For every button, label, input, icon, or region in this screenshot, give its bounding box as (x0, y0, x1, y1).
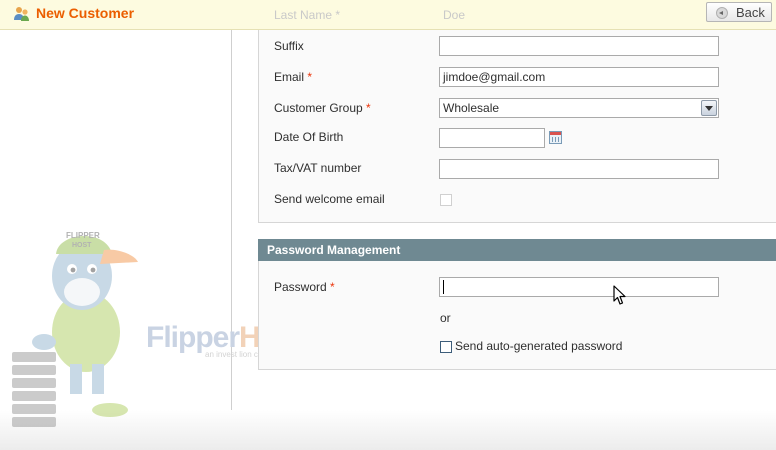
customer-icon (14, 7, 29, 21)
dob-label: Date Of Birth (274, 130, 344, 144)
welcome-email-checkbox[interactable] (440, 194, 452, 206)
taxvat-label: Tax/VAT number (274, 161, 362, 175)
back-button-label: Back (736, 5, 765, 20)
or-text: or (440, 311, 451, 325)
password-input[interactable] (439, 277, 719, 297)
customer-group-label: Customer Group * (274, 101, 371, 115)
back-arrow-icon (716, 7, 728, 19)
cap-text-2: HOST (72, 242, 92, 249)
calendar-icon[interactable] (549, 131, 562, 144)
dob-input[interactable] (439, 128, 545, 148)
back-button[interactable]: Back (706, 2, 772, 22)
email-label: Email * (274, 70, 313, 84)
password-label: Password * (274, 280, 335, 294)
suffix-label: Suffix (274, 39, 304, 53)
welcome-email-label: Send welcome email (274, 192, 385, 206)
email-input[interactable]: jimdoe@gmail.com (439, 67, 719, 87)
customer-group-select[interactable]: Wholesale (439, 98, 719, 118)
password-section-title: Password Management (258, 239, 776, 261)
last-name-field[interactable]: Doe (443, 8, 465, 22)
text-caret (443, 280, 444, 294)
page-title: New Customer (36, 5, 135, 21)
suffix-input[interactable] (439, 36, 719, 56)
cap-text: FLIPPER (66, 231, 100, 240)
mouse-pointer-icon (613, 285, 626, 305)
autogen-password-checkbox[interactable] (440, 341, 452, 353)
page-header: New Customer Last Name * Doe Back (0, 0, 776, 30)
last-name-label: Last Name * (274, 8, 341, 22)
taxvat-input[interactable] (439, 159, 719, 179)
flipperhost-mascot-logo: FLIPPER HOST (12, 231, 138, 427)
customer-group-value: Wholesale (443, 101, 500, 115)
autogen-password-label[interactable]: Send auto-generated password (455, 339, 622, 353)
chevron-down-icon[interactable] (701, 100, 717, 116)
